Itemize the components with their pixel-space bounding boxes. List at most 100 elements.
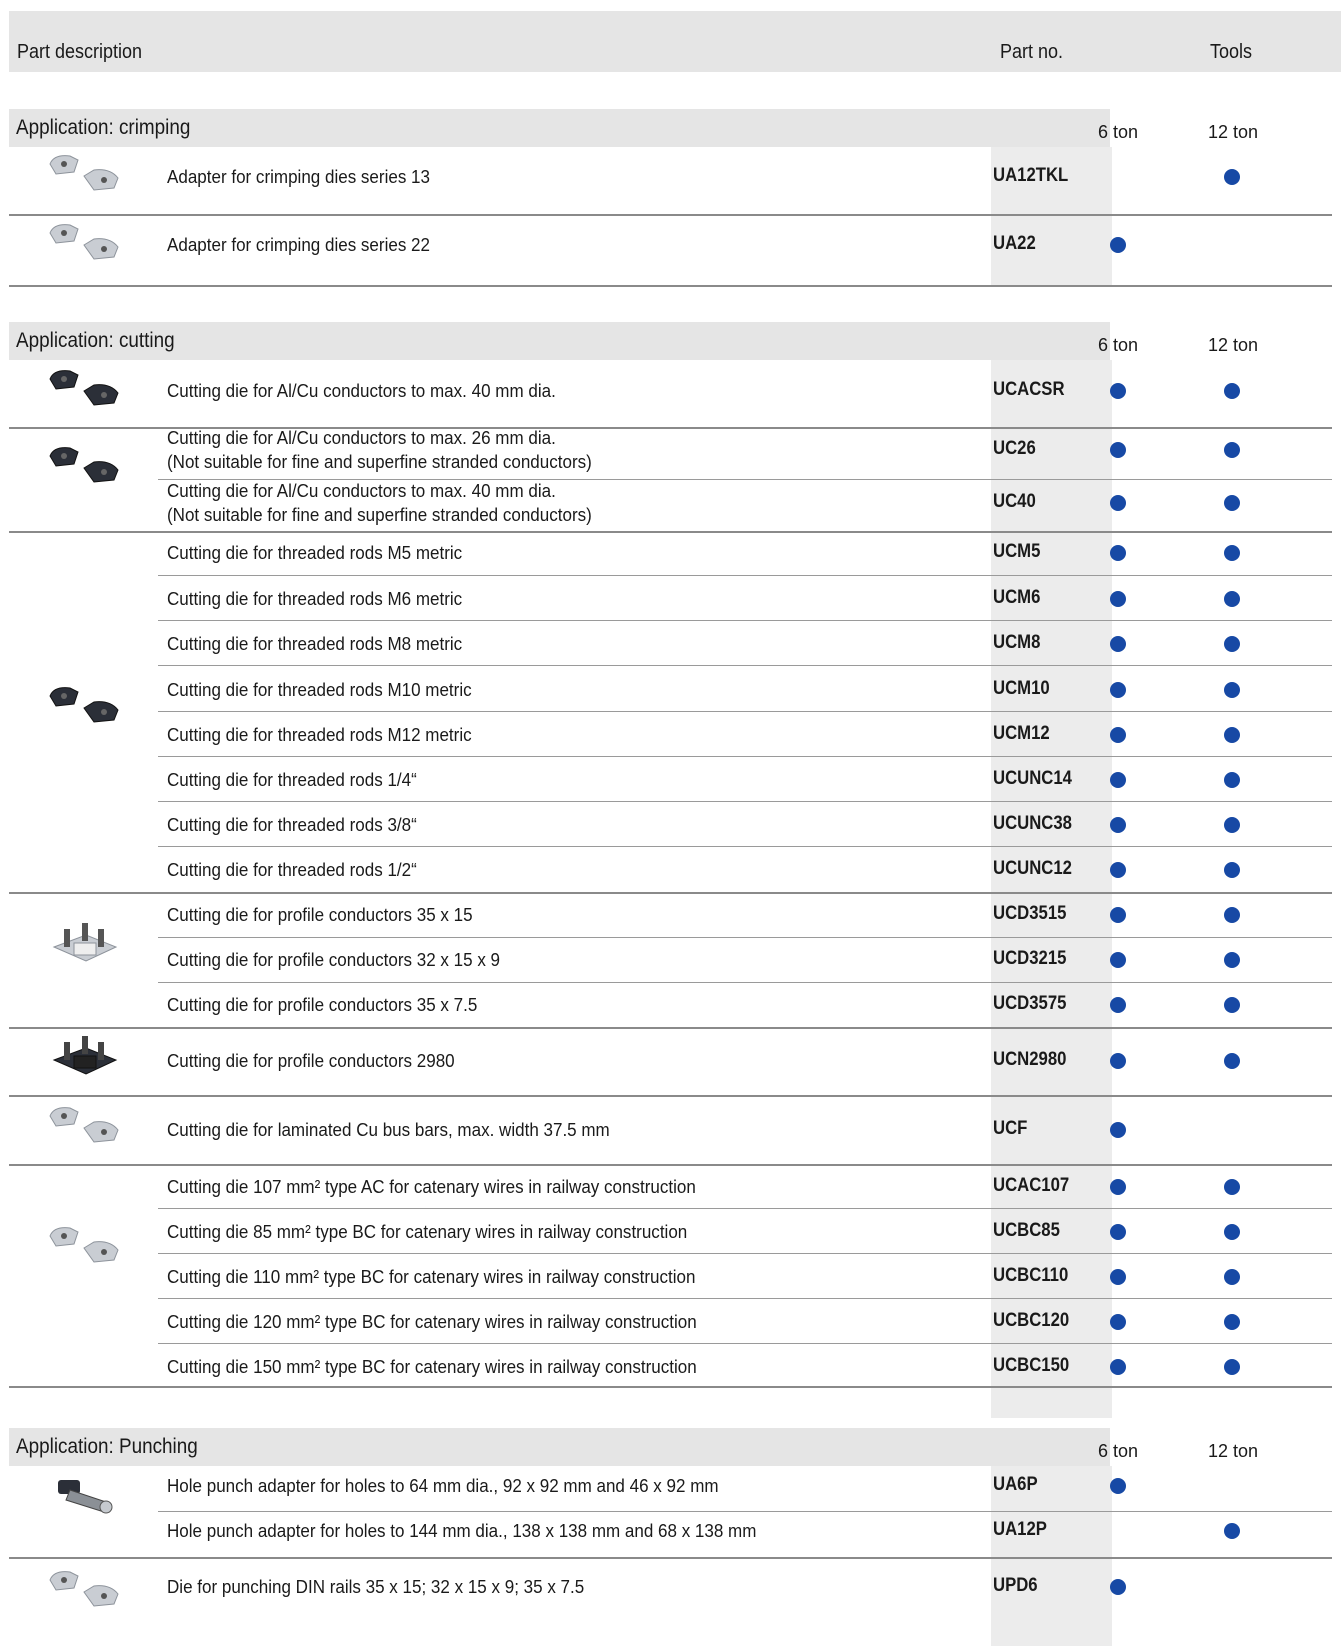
tool-12-ton-dot: [1224, 383, 1240, 399]
row-divider: [158, 620, 1332, 621]
section-1: Application: cutting 6 ton 12 ton Cuttin…: [0, 322, 1341, 1422]
row-description: Cutting die for laminated Cu bus bars, m…: [167, 1119, 610, 1140]
tools-heading: Tools: [1210, 41, 1253, 63]
tool-6-ton-dot: [1110, 1314, 1126, 1330]
row-description: Cutting die for threaded rods M8 metric: [167, 633, 463, 654]
tool-12-ton-dot: [1224, 169, 1240, 185]
row-divider: [158, 1343, 1332, 1344]
ton-6-label: 6 ton: [1098, 122, 1139, 142]
tool-6-ton-dot: [1110, 727, 1126, 743]
ton-6-label: 6 ton: [1098, 1441, 1139, 1461]
section-title: Application: Punching: [16, 1435, 198, 1458]
tool-6-ton-dot: [1110, 1269, 1126, 1285]
tool-6-ton-dot: [1110, 682, 1126, 698]
row-description: Cutting die for threaded rods M12 metric: [167, 724, 472, 745]
din-rail-punch-die-icon: [44, 1562, 126, 1614]
row-description: Cutting die for profile conductors 32 x …: [167, 949, 501, 970]
tool-12-ton-dot: [1224, 817, 1240, 833]
row-description-note: (Not suitable for fine and superfine str…: [167, 451, 592, 472]
part-number: UCD3215: [993, 948, 1067, 969]
row-description: Cutting die for Al/Cu conductors to max.…: [167, 380, 556, 401]
tool-6-ton-dot: [1110, 1179, 1126, 1195]
part-number: UPD6: [993, 1575, 1038, 1596]
tool-6-ton-dot: [1110, 591, 1126, 607]
part-number: UA12TKL: [993, 165, 1069, 186]
row-divider: [158, 1511, 1332, 1512]
part-number: UCN2980: [993, 1049, 1067, 1070]
tool-12-ton-dot: [1224, 997, 1240, 1013]
tool-6-ton-dot: [1110, 383, 1126, 399]
row-description: Cutting die for Al/Cu conductors to max.…: [167, 480, 556, 501]
part-number: UCUNC12: [993, 858, 1072, 879]
row-divider: [158, 1208, 1332, 1209]
part-no-heading: Part no.: [1000, 41, 1064, 63]
tool-6-ton-dot: [1110, 817, 1126, 833]
row-description: Cutting die 150 mm² type BC for catenary…: [167, 1356, 697, 1377]
tool-6-ton-dot: [1110, 1359, 1126, 1375]
part-number: UA6P: [993, 1474, 1038, 1495]
row-divider: [158, 801, 1332, 802]
part-number: UC40: [993, 491, 1036, 512]
profile-die-icon: [44, 917, 126, 969]
adapter-icon: [44, 215, 126, 267]
section-header: Application: crimping: [9, 109, 1341, 147]
tool-6-ton-dot: [1110, 997, 1126, 1013]
row-divider: [158, 1298, 1332, 1299]
section-0: Application: crimping 6 ton 12 ton Adapt…: [0, 109, 1341, 289]
section-2: Application: Punching 6 ton 12 ton Hole …: [0, 1428, 1341, 1646]
ton-12-label: 12 ton: [1208, 335, 1259, 355]
row-divider: [158, 982, 1332, 983]
row-description: Cutting die for threaded rods M10 metric: [167, 679, 472, 700]
row-description: Cutting die 110 mm² type BC for catenary…: [167, 1266, 696, 1287]
row-description: Cutting die 120 mm² type BC for catenary…: [167, 1311, 697, 1332]
part-number: UCD3515: [993, 903, 1067, 924]
section-header: Application: Punching: [9, 1428, 1341, 1466]
cutting-die-icon: [44, 438, 126, 490]
row-divider: [9, 531, 1332, 533]
row-description: Adapter for crimping dies series 13: [167, 166, 430, 187]
row-description: Cutting die 107 mm² type AC for catenary…: [167, 1176, 696, 1197]
table-header: Part description Part no. Tools: [9, 11, 1341, 72]
row-description: Cutting die for threaded rods M6 metric: [167, 588, 463, 609]
catenary-die-icon: [44, 1218, 126, 1270]
part-description-heading: Part description: [17, 41, 143, 63]
tool-6-ton-dot: [1110, 1579, 1126, 1595]
tool-12-ton-dot: [1224, 636, 1240, 652]
tool-12-ton-dot: [1224, 1314, 1240, 1330]
part-number: UCD3575: [993, 993, 1067, 1014]
tool-6-ton-dot: [1110, 952, 1126, 968]
section-title: Application: cutting: [16, 329, 175, 352]
hole-punch-adapter-icon: [44, 1470, 126, 1522]
part-number: UCM12: [993, 723, 1050, 744]
part-number: UA22: [993, 233, 1036, 254]
ton-6-label: 6 ton: [1098, 335, 1139, 355]
part-number: UA12P: [993, 1519, 1047, 1540]
row-divider: [9, 1164, 1332, 1166]
ton-12-label: 12 ton: [1208, 122, 1259, 142]
row-divider: [9, 1386, 1332, 1388]
tool-12-ton-dot: [1224, 1359, 1240, 1375]
tool-6-ton-dot: [1110, 1053, 1126, 1069]
ton-12-label: 12 ton: [1208, 1441, 1259, 1461]
tool-12-ton-dot: [1224, 1269, 1240, 1285]
row-divider: [158, 846, 1332, 847]
row-divider: [158, 1253, 1332, 1254]
row-divider: [9, 1027, 1332, 1029]
section-header: Application: cutting: [9, 322, 1341, 360]
part-number: UCBC150: [993, 1355, 1070, 1376]
profile-die-2980-icon: [44, 1030, 126, 1082]
part-number: UCBC110: [993, 1265, 1069, 1286]
bus-bar-die-icon: [44, 1098, 126, 1150]
tool-6-ton-dot: [1110, 545, 1126, 561]
cutting-die-icon: [44, 361, 126, 413]
row-description: Cutting die for threaded rods M5 metric: [167, 542, 463, 563]
row-description: Cutting die for profile conductors 2980: [167, 1050, 455, 1071]
part-number: UCACSR: [993, 379, 1065, 400]
row-description: Hole punch adapter for holes to 64 mm di…: [167, 1475, 719, 1496]
tool-12-ton-dot: [1224, 495, 1240, 511]
row-description: Cutting die for profile conductors 35 x …: [167, 994, 478, 1015]
tool-6-ton-dot: [1110, 237, 1126, 253]
part-number: UCM6: [993, 587, 1041, 608]
tool-6-ton-dot: [1110, 442, 1126, 458]
row-divider: [158, 711, 1332, 712]
